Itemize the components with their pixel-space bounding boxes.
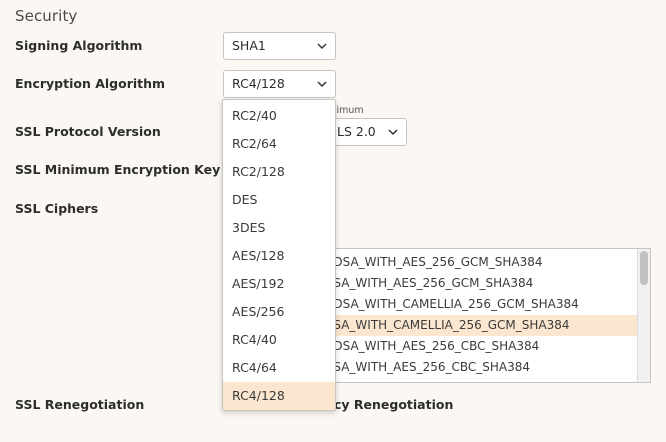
- encryption-algorithm-dropdown[interactable]: RC2/40 RC2/64 RC2/128 DES 3DES AES/128 A…: [222, 99, 336, 411]
- dropdown-option[interactable]: RC2/128: [223, 158, 335, 186]
- scrollbar-thumb[interactable]: [640, 251, 648, 285]
- signing-algorithm-label: Signing Algorithm: [15, 38, 143, 53]
- cipher-list-item[interactable]: CDSA_WITH_CAMELLIA_256_GCM_SHA384: [331, 294, 640, 315]
- dropdown-option[interactable]: RC4/64: [223, 354, 335, 382]
- renegotiation-option-label[interactable]: cy Renegotiation: [334, 397, 453, 412]
- cipher-list-item[interactable]: CSA_WITH_AES_256_GCM_SHA384: [331, 273, 640, 294]
- encryption-algorithm-label: Encryption Algorithm: [15, 76, 166, 91]
- ssl-protocol-version-label: SSL Protocol Version: [15, 124, 161, 139]
- cipher-list-item[interactable]: CSA_WITH_AES_256_CBC_SHA384: [331, 357, 640, 378]
- ssl-min-key-size-label: SSL Minimum Encryption Key Size: [15, 162, 254, 177]
- chevron-down-icon: [317, 43, 327, 50]
- dropdown-option[interactable]: AES/256: [223, 298, 335, 326]
- security-settings-panel: Security Signing Algorithm SHA1 Encrypti…: [0, 0, 666, 442]
- dropdown-option[interactable]: AES/128: [223, 242, 335, 270]
- dropdown-option[interactable]: AES/192: [223, 270, 335, 298]
- cipher-list-item-selected[interactable]: CSA_WITH_CAMELLIA_256_GCM_SHA384: [331, 315, 640, 336]
- ssl-renegotiation-label: SSL Renegotiation: [15, 397, 145, 412]
- dropdown-option-selected[interactable]: RC4/128: [223, 382, 335, 410]
- cipher-list-scrollbar[interactable]: [637, 249, 650, 382]
- protocol-maximum-value: LS 2.0: [337, 124, 376, 139]
- signing-algorithm-value: SHA1: [232, 38, 266, 53]
- signing-algorithm-select[interactable]: SHA1: [223, 32, 336, 60]
- section-title: Security: [15, 7, 78, 25]
- chevron-down-icon: [388, 129, 398, 136]
- dropdown-option[interactable]: 3DES: [223, 214, 335, 242]
- chevron-down-icon: [317, 81, 327, 88]
- ssl-ciphers-list[interactable]: CDSA_WITH_AES_256_GCM_SHA384 CSA_WITH_AE…: [330, 248, 651, 383]
- cipher-list-item[interactable]: CDSA_WITH_AES_256_GCM_SHA384: [331, 252, 640, 273]
- cipher-list-item[interactable]: CDSA_WITH_AES_256_CBC_SHA384: [331, 336, 640, 357]
- dropdown-option[interactable]: DES: [223, 186, 335, 214]
- encryption-algorithm-value: RC4/128: [232, 76, 285, 91]
- dropdown-option[interactable]: RC2/40: [223, 102, 335, 130]
- dropdown-option[interactable]: RC4/40: [223, 326, 335, 354]
- ssl-ciphers-label: SSL Ciphers: [15, 201, 99, 216]
- dropdown-option[interactable]: RC2/64: [223, 130, 335, 158]
- encryption-algorithm-select[interactable]: RC4/128: [223, 70, 336, 98]
